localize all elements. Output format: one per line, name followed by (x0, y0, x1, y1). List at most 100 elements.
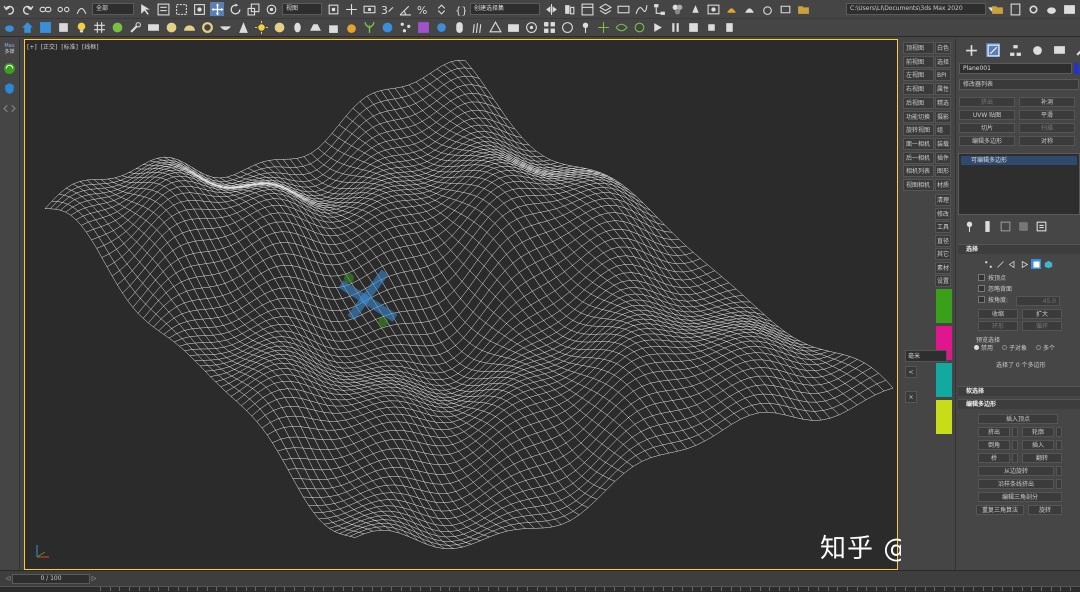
utilities-tab-icon[interactable] (1074, 43, 1080, 57)
close-panel-icon[interactable]: × (905, 391, 917, 403)
hinge-from-edge-button[interactable]: 从边旋转 (978, 466, 1054, 476)
bind-spacewarp-icon[interactable] (74, 2, 88, 16)
layer-explorer-icon[interactable] (598, 2, 612, 16)
remove-modifier-icon[interactable] (1016, 219, 1030, 233)
snap-toggle-icon[interactable]: 3 (380, 2, 394, 16)
selection-rollout-header[interactable]: 选择 (958, 244, 1080, 254)
extrude-settings-button[interactable] (1012, 427, 1018, 437)
view-side-button[interactable]: BPI (935, 69, 951, 82)
modifier-button[interactable]: 补洞 (1019, 97, 1075, 107)
light-icon[interactable] (434, 21, 448, 35)
target-icon[interactable] (524, 21, 538, 35)
cone-icon[interactable] (236, 21, 250, 35)
pin-stack-icon[interactable] (962, 219, 976, 233)
globe-icon[interactable] (380, 21, 394, 35)
undo-icon[interactable] (2, 2, 16, 16)
color-block[interactable] (936, 363, 952, 397)
teapot-create-icon[interactable] (2, 21, 16, 35)
rendered-frame-icon[interactable] (706, 2, 720, 16)
ball-icon[interactable] (272, 21, 286, 35)
view-side-button[interactable]: 图形 (935, 165, 951, 178)
modifier-button[interactable]: 编辑多边形 (959, 136, 1015, 146)
edge-level-icon[interactable] (995, 259, 1005, 269)
time-slider[interactable]: 0 / 100 (12, 574, 90, 584)
selection-filter-dropdown[interactable]: 全部 (92, 3, 134, 15)
select-manipulate-icon[interactable] (344, 2, 358, 16)
teapot-icon[interactable] (1044, 2, 1058, 16)
select-by-name-icon[interactable] (156, 2, 170, 16)
modifier-button[interactable]: UVW 贴图 (959, 110, 1015, 120)
view-side-button[interactable]: 属性 (935, 83, 951, 96)
view-side-button[interactable]: 摄影 (935, 110, 951, 123)
layers-icon[interactable] (38, 21, 52, 35)
make-unique-icon[interactable] (998, 219, 1012, 233)
unlink-icon[interactable] (56, 2, 70, 16)
fur-icon[interactable] (470, 21, 484, 35)
lightbulb-icon[interactable] (74, 21, 88, 35)
view-button[interactable]: 右视图 (903, 83, 934, 96)
rotate-icon[interactable] (228, 2, 242, 16)
motion-tab-icon[interactable] (1030, 43, 1044, 57)
render-cloud-icon[interactable] (760, 2, 774, 16)
modifier-button[interactable]: 平滑 (1019, 110, 1075, 120)
view-button[interactable]: 相机列表 (903, 165, 934, 178)
edit-triangulation-button[interactable]: 编辑三角剖分 (978, 492, 1062, 502)
redo-icon[interactable] (20, 2, 34, 16)
toggle-scene-explorer-icon[interactable] (580, 2, 594, 16)
pumpkin-icon[interactable] (344, 21, 358, 35)
spinner-snap-icon[interactable] (434, 2, 448, 16)
preview-off-radio[interactable]: 禁用 (974, 344, 993, 353)
view-button[interactable]: 视图相机 (903, 179, 934, 191)
viewport-view-label[interactable]: [正交] (41, 44, 58, 51)
camera-icon[interactable] (506, 21, 520, 35)
mouse-icon[interactable] (290, 21, 304, 35)
recycle-icon[interactable] (3, 61, 17, 75)
keyboard-shortcut-icon[interactable] (362, 2, 376, 16)
view-side-button[interactable]: 精选 (935, 96, 951, 109)
align-icon[interactable] (562, 2, 576, 16)
shield-icon[interactable] (3, 81, 17, 95)
render-setup-icon[interactable] (688, 2, 702, 16)
project-folder-icon[interactable] (796, 2, 810, 16)
pause-icon[interactable] (668, 21, 682, 35)
side-extra-button[interactable]: 设置 (935, 275, 951, 287)
ignore-backfacing-checkbox[interactable]: 忽略背面 (978, 285, 1012, 294)
schematic-view-icon[interactable] (652, 2, 666, 16)
array-icon[interactable] (542, 21, 556, 35)
object-name-field[interactable]: Plane001 (959, 63, 1072, 74)
render-iterative-icon[interactable] (742, 2, 756, 16)
project-path-field[interactable]: C:\Users\LI\Documents\3ds Max 2020 (846, 3, 986, 15)
insert-vertex-button[interactable]: 插入顶点 (978, 414, 1058, 424)
modifier-button[interactable]: 挤出 (959, 97, 1015, 107)
viewport-wire-label[interactable]: [线框] (82, 44, 99, 51)
outline-settings-button[interactable] (1056, 427, 1062, 437)
by-vertex-checkbox[interactable]: 按顶点 (978, 274, 1006, 283)
view-button[interactable]: 前视图 (903, 55, 934, 68)
pyramid-icon[interactable] (488, 21, 502, 35)
pin-icon[interactable] (578, 21, 592, 35)
hierarchy-tab-icon[interactable] (1008, 43, 1022, 57)
create-tab-icon[interactable] (964, 43, 978, 57)
collapse-arrows-icon[interactable] (3, 101, 17, 115)
stop-icon[interactable] (686, 21, 700, 35)
view-button[interactable]: 面一相机 (903, 137, 934, 150)
dome-icon[interactable] (182, 21, 196, 35)
plant-icon[interactable] (362, 21, 376, 35)
script-listener-icon[interactable] (1062, 2, 1076, 16)
element-level-icon[interactable] (1043, 259, 1053, 269)
named-selection-dropdown[interactable]: 创建选择集 (470, 3, 540, 15)
color-block[interactable] (936, 400, 952, 434)
side-extra-button[interactable]: 素材 (935, 261, 951, 274)
window-crossing-icon[interactable] (192, 2, 206, 16)
ring-button[interactable]: 环形 (978, 321, 1018, 331)
stack-item-editable-poly[interactable]: 可编辑多边形 (961, 156, 1077, 165)
bridge-button[interactable]: 桥 (978, 453, 1010, 463)
view-button[interactable]: 后一相机 (903, 151, 934, 164)
view-button[interactable]: 顶视图 (903, 42, 934, 54)
view-side-button[interactable]: 选择 (935, 55, 951, 68)
view-side-button[interactable]: 白色 (935, 42, 951, 54)
vray-icon[interactable] (416, 21, 430, 35)
edit-named-selection-icon[interactable]: {} (452, 2, 466, 16)
border-level-icon[interactable] (1007, 259, 1017, 269)
box-icon[interactable] (56, 21, 70, 35)
